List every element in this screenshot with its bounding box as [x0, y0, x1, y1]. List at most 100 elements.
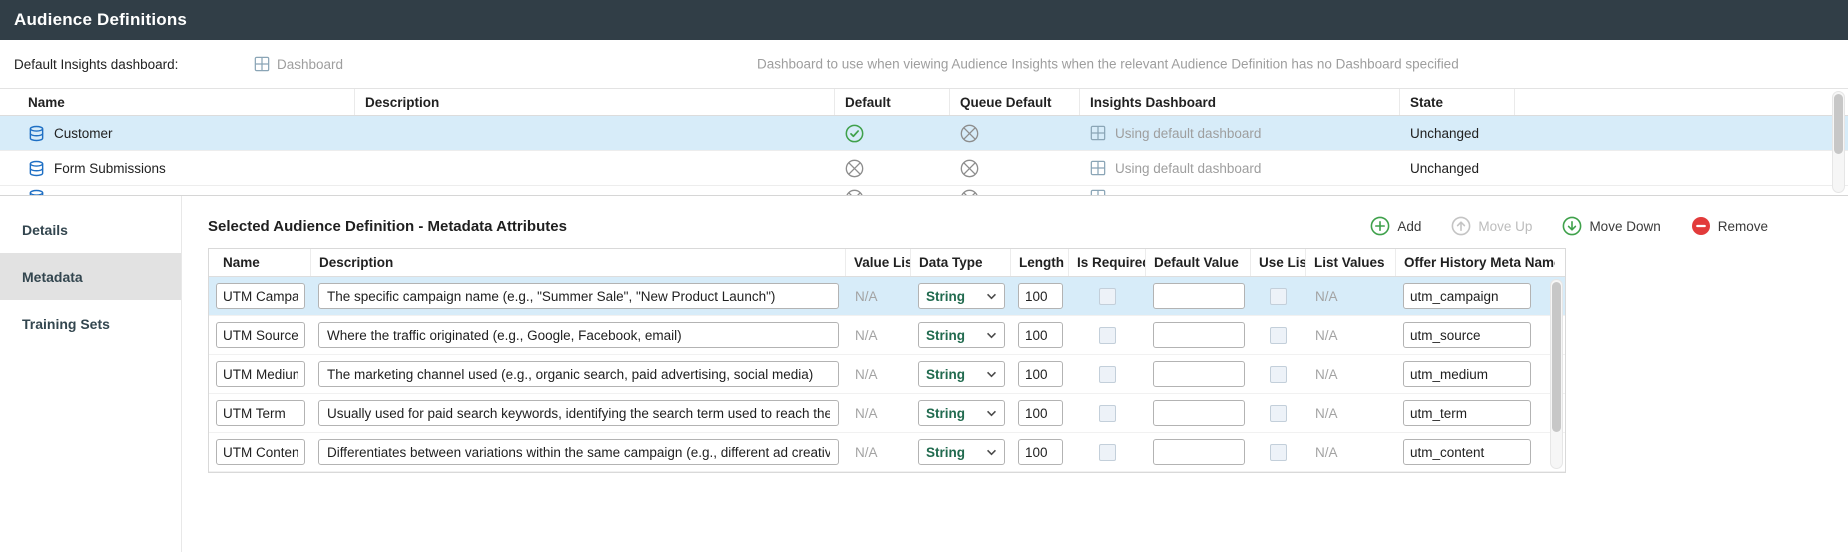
- is-required-checkbox[interactable]: [1099, 405, 1116, 422]
- column-header-default: Default: [835, 89, 950, 115]
- cell-list-values: N/A: [1306, 433, 1396, 471]
- column-header-offer-history-meta-name: Offer History Meta Name: [1396, 249, 1555, 276]
- column-header-data-type: Data Type: [911, 249, 1011, 276]
- default-value-input[interactable]: [1153, 361, 1245, 387]
- add-button[interactable]: Add: [1370, 216, 1421, 236]
- cell-list-values: N/A: [1306, 277, 1396, 315]
- attribute-description-input[interactable]: [318, 322, 839, 348]
- default-value-input[interactable]: [1153, 400, 1245, 426]
- cell-length: [1011, 394, 1069, 432]
- insights-dashboard-value: Using default dashboard: [1115, 126, 1261, 141]
- offer-history-meta-name-input[interactable]: [1403, 283, 1531, 309]
- offer-history-meta-name-input[interactable]: [1403, 439, 1531, 465]
- value-list-na: N/A: [853, 406, 878, 421]
- length-input[interactable]: [1018, 361, 1063, 387]
- dashboard-icon: [1090, 160, 1106, 176]
- definition-row-form-submissions[interactable]: Form Submissions Using default dashboard…: [0, 151, 1848, 186]
- use-list-checkbox[interactable]: [1270, 444, 1287, 461]
- attribute-name-input[interactable]: [216, 361, 305, 387]
- length-input[interactable]: [1018, 400, 1063, 426]
- offer-history-meta-name-input[interactable]: [1403, 400, 1531, 426]
- is-required-checkbox[interactable]: [1099, 444, 1116, 461]
- data-type-select[interactable]: String: [918, 400, 1005, 426]
- cell-use-list: [1251, 394, 1306, 432]
- data-type-select[interactable]: String: [918, 439, 1005, 465]
- check-circle-icon: [845, 124, 864, 143]
- cell-filler: [1515, 116, 1848, 150]
- cell-value-list: N/A: [846, 316, 911, 354]
- definition-name: Customer: [54, 126, 113, 141]
- move-down-icon: [1562, 216, 1582, 236]
- dashboard-icon: [254, 56, 270, 72]
- list-values-na: N/A: [1313, 406, 1338, 421]
- length-input[interactable]: [1018, 283, 1063, 309]
- attribute-description-input[interactable]: [318, 400, 839, 426]
- attribute-description-input[interactable]: [318, 283, 839, 309]
- remove-button[interactable]: Remove: [1691, 216, 1768, 236]
- column-header-default-value: Default Value: [1146, 249, 1251, 276]
- scrollbar-thumb[interactable]: [1834, 94, 1843, 154]
- is-required-checkbox[interactable]: [1099, 327, 1116, 344]
- metadata-row-utm-campaign[interactable]: N/A String N/A: [209, 277, 1565, 316]
- cell-default: [835, 186, 950, 195]
- state-value: Unchanged: [1410, 126, 1479, 141]
- use-list-checkbox[interactable]: [1270, 405, 1287, 422]
- state-value: Unchanged: [1410, 161, 1479, 176]
- move-down-button[interactable]: Move Down: [1562, 216, 1660, 236]
- value-list-na: N/A: [853, 445, 878, 460]
- chevron-down-icon: [986, 371, 997, 378]
- metadata-row-utm-term[interactable]: N/A String N/A: [209, 394, 1565, 433]
- use-list-checkbox[interactable]: [1270, 327, 1287, 344]
- definitions-table-header: Name Description Default Queue Default I…: [0, 89, 1848, 116]
- attribute-description-input[interactable]: [318, 439, 839, 465]
- sidebar-item-details[interactable]: Details: [0, 206, 181, 253]
- offer-history-meta-name-input[interactable]: [1403, 322, 1531, 348]
- cell-is-required: [1069, 277, 1146, 315]
- is-required-checkbox[interactable]: [1099, 288, 1116, 305]
- use-list-checkbox[interactable]: [1270, 288, 1287, 305]
- attribute-name-input[interactable]: [216, 322, 305, 348]
- data-type-select[interactable]: String: [918, 283, 1005, 309]
- cross-circle-icon: [960, 124, 979, 143]
- metadata-row-utm-content[interactable]: N/A String N/A: [209, 433, 1565, 472]
- use-list-checkbox[interactable]: [1270, 366, 1287, 383]
- vertical-scrollbar[interactable]: [1550, 279, 1563, 469]
- move-up-button[interactable]: Move Up: [1451, 216, 1532, 236]
- cell-use-list: [1251, 316, 1306, 354]
- cross-circle-icon: [845, 159, 864, 178]
- metadata-row-utm-source[interactable]: N/A String N/A: [209, 316, 1565, 355]
- cell-value-list: N/A: [846, 355, 911, 393]
- definition-row-partial[interactable]: [0, 186, 1848, 195]
- data-type-select[interactable]: String: [918, 322, 1005, 348]
- offer-history-meta-name-input[interactable]: [1403, 361, 1531, 387]
- attribute-description-input[interactable]: [318, 361, 839, 387]
- sidebar-item-training-sets[interactable]: Training Sets: [0, 300, 181, 347]
- default-value-input[interactable]: [1153, 439, 1245, 465]
- move-up-icon: [1451, 216, 1471, 236]
- attribute-name-input[interactable]: [216, 283, 305, 309]
- data-type-select[interactable]: String: [918, 361, 1005, 387]
- cell-description: [355, 116, 835, 150]
- length-input[interactable]: [1018, 322, 1063, 348]
- is-required-checkbox[interactable]: [1099, 366, 1116, 383]
- length-input[interactable]: [1018, 439, 1063, 465]
- detail-section: Details Metadata Training Sets Selected …: [0, 195, 1848, 552]
- column-header-use-list: Use List: [1251, 249, 1306, 276]
- default-dashboard-picker[interactable]: Dashboard: [254, 56, 343, 72]
- cell-filler: [1515, 151, 1848, 185]
- sidebar-item-metadata[interactable]: Metadata: [0, 253, 181, 300]
- default-value-input[interactable]: [1153, 322, 1245, 348]
- attribute-name-input[interactable]: [216, 439, 305, 465]
- column-header-is-required: Is Required: [1069, 249, 1146, 276]
- attribute-name-input[interactable]: [216, 400, 305, 426]
- cross-circle-icon: [960, 189, 979, 195]
- scrollbar-thumb[interactable]: [1552, 282, 1561, 432]
- default-value-input[interactable]: [1153, 283, 1245, 309]
- vertical-scrollbar[interactable]: [1832, 91, 1845, 193]
- cell-default: [835, 116, 950, 150]
- database-icon: [28, 160, 45, 177]
- definition-row-customer[interactable]: Customer Using default dashboard Unchang…: [0, 116, 1848, 151]
- cell-state: [1400, 186, 1515, 195]
- metadata-row-utm-medium[interactable]: N/A String N/A: [209, 355, 1565, 394]
- cell-description: [311, 355, 846, 393]
